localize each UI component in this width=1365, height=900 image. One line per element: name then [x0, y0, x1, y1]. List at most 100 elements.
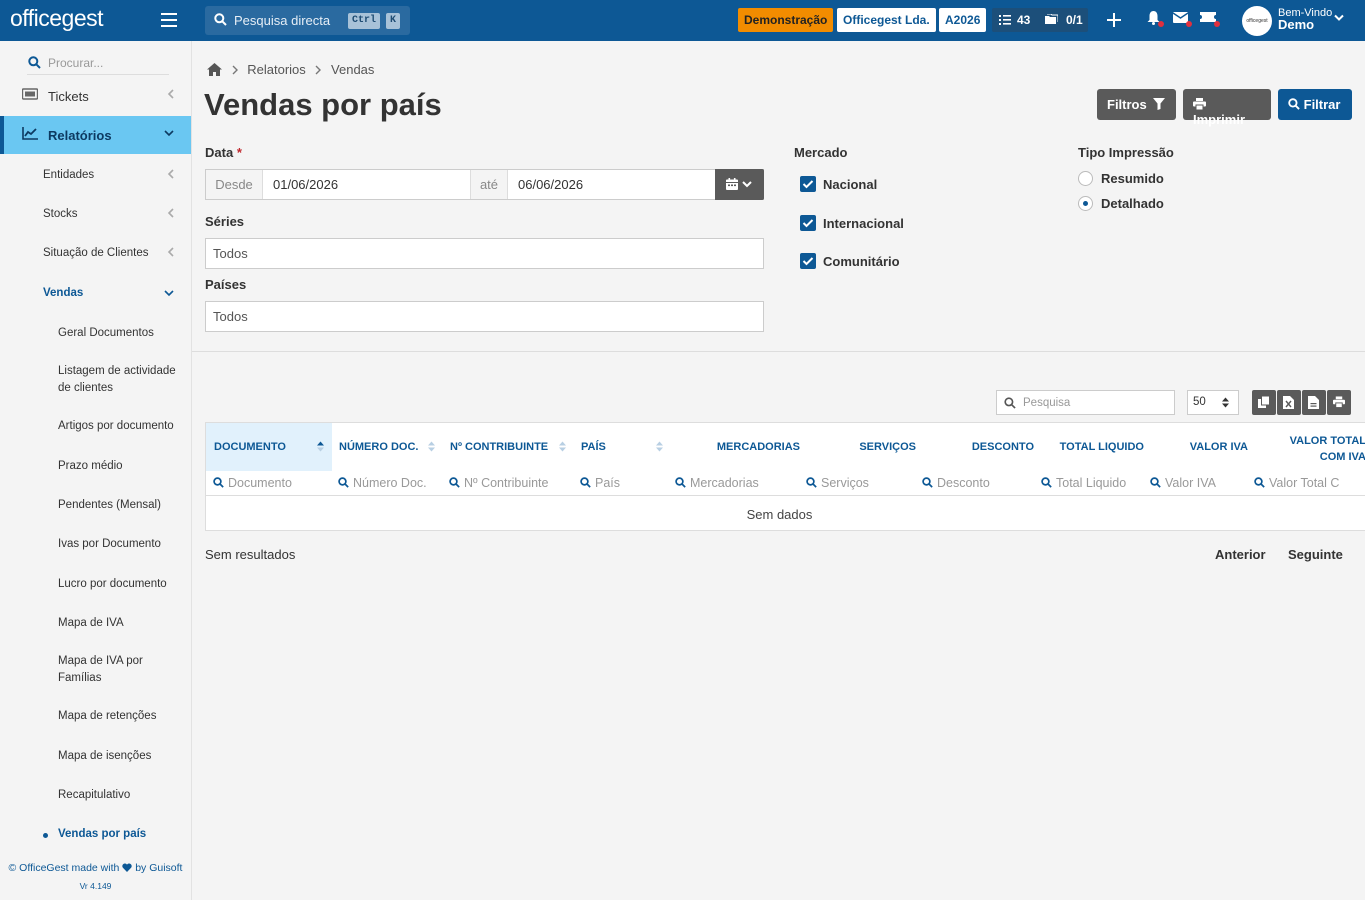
- filter-total-liquido[interactable]: Total Liquido: [1041, 476, 1126, 490]
- column-header-valor-total[interactable]: Valor Total com IVA: [1248, 423, 1365, 471]
- welcome-block[interactable]: Bem-Vindo Demo: [1278, 7, 1332, 31]
- chevron-down-icon[interactable]: [1334, 14, 1344, 22]
- footer-prefix: © OfficeGest made with: [8, 862, 120, 874]
- sidebar-item-situacao-clientes[interactable]: Situação de Clientes: [0, 235, 191, 273]
- sidebar-item-tickets[interactable]: Tickets: [0, 77, 191, 115]
- filter-submit-button[interactable]: Filtrar: [1278, 89, 1352, 120]
- sidebar-subitem[interactable]: Mapa de retenções: [58, 708, 183, 725]
- filter-pais[interactable]: País: [580, 476, 620, 490]
- filter-valor-iva[interactable]: Valor IVA: [1150, 476, 1216, 490]
- printer-icon: [1333, 396, 1345, 408]
- radio-detalhado[interactable]: [1078, 196, 1093, 211]
- search-icon: [1004, 397, 1016, 409]
- column-header-pais[interactable]: País: [574, 423, 669, 471]
- add-icon[interactable]: [1107, 13, 1121, 27]
- filters-button[interactable]: Filtros: [1097, 89, 1176, 120]
- sidebar-subitem[interactable]: Listagem de actividade de clientes: [58, 363, 183, 397]
- filter-valor-total[interactable]: Valor Total C: [1254, 476, 1365, 490]
- filter-desconto[interactable]: Desconto: [922, 476, 990, 490]
- sidebar-subitem[interactable]: Recapitulativo: [58, 787, 183, 804]
- sidebar-search-input[interactable]: Procurar...: [27, 51, 169, 75]
- global-search[interactable]: Pesquisa directa Ctrl K: [205, 6, 410, 35]
- date-to-input[interactable]: 06/06/2026: [518, 177, 583, 192]
- sidebar-subitem[interactable]: Pendentes (Mensal): [58, 497, 183, 514]
- footer-suffix[interactable]: by Guisoft: [135, 862, 182, 874]
- sidebar-subitem[interactable]: Lucro por documento: [58, 576, 183, 593]
- page-size-select[interactable]: 50: [1187, 390, 1239, 415]
- sidebar-subitem-active[interactable]: Vendas por país: [58, 826, 183, 843]
- checkbox-comunitario[interactable]: [800, 253, 816, 269]
- print-table-button[interactable]: [1327, 390, 1351, 415]
- search-icon: [1150, 477, 1161, 488]
- notifications-icon[interactable]: [1147, 11, 1164, 27]
- checkbox-comunitario-label[interactable]: Comunitário: [823, 254, 900, 269]
- radio-detalhado-label[interactable]: Detalhado: [1101, 196, 1164, 211]
- filter-numero-doc[interactable]: Número Doc.: [338, 476, 427, 490]
- radio-resumido[interactable]: [1078, 171, 1093, 186]
- sort-icon: [559, 441, 566, 452]
- date-label: Data *: [205, 145, 242, 160]
- table-divider: [206, 495, 1365, 496]
- column-header-contribuinte[interactable]: Nº Contribuinte: [443, 423, 574, 471]
- sidebar-subitem[interactable]: Mapa de IVA: [58, 615, 183, 632]
- sidebar-subitem[interactable]: Geral Documentos: [58, 325, 183, 342]
- breadcrumb-vendas[interactable]: Vendas: [331, 62, 374, 77]
- pdf-export-button[interactable]: [1302, 390, 1326, 415]
- checkbox-internacional[interactable]: [800, 215, 816, 231]
- tasks-messages-counter[interactable]: 43 0/1: [992, 8, 1088, 32]
- sidebar-subitem[interactable]: Ivas por Documento: [58, 536, 183, 553]
- avatar[interactable]: officegest: [1242, 6, 1272, 36]
- filter-documento[interactable]: Documento: [213, 476, 292, 490]
- mail-icon[interactable]: [1172, 11, 1192, 27]
- chevron-left-icon: [167, 169, 174, 179]
- sidebar-item-entidades[interactable]: Entidades: [0, 157, 191, 195]
- series-select[interactable]: Todos: [205, 238, 764, 269]
- menu-toggle-icon[interactable]: [161, 13, 177, 27]
- sidebar-item-relatorios[interactable]: Relatórios: [0, 116, 191, 154]
- breadcrumb-relatorios[interactable]: Relatorios: [247, 62, 306, 77]
- sidebar-subitem[interactable]: Prazo médio: [58, 458, 183, 475]
- calendar-dropdown-button[interactable]: [715, 169, 764, 200]
- checkbox-nacional[interactable]: [800, 176, 816, 192]
- date-from-input[interactable]: 01/06/2026: [273, 177, 338, 192]
- filter-mercadorias[interactable]: Mercadorias: [675, 476, 759, 490]
- checkbox-internacional-label[interactable]: Internacional: [823, 216, 904, 231]
- radio-resumido-label[interactable]: Resumido: [1101, 171, 1164, 186]
- year-badge[interactable]: A2026: [939, 8, 987, 32]
- column-header-desconto[interactable]: Desconto: [916, 423, 1034, 471]
- column-header-valor-iva[interactable]: Valor IVA: [1144, 423, 1248, 471]
- excel-export-button[interactable]: [1277, 390, 1301, 415]
- sidebar-item-stocks[interactable]: Stocks: [0, 196, 191, 234]
- ticket-icon[interactable]: [1200, 11, 1220, 27]
- copy-button[interactable]: [1252, 390, 1276, 415]
- table-search-input[interactable]: Pesquisa: [996, 390, 1175, 415]
- company-badge[interactable]: Officegest Lda.: [837, 8, 936, 32]
- column-header-servicos[interactable]: Serviços: [800, 423, 916, 471]
- column-header-numero-doc[interactable]: Número Doc.: [332, 423, 443, 471]
- chart-icon: [22, 127, 38, 140]
- filter-contribuinte[interactable]: Nº Contribuinte: [449, 476, 548, 490]
- home-icon[interactable]: [207, 63, 222, 76]
- print-button[interactable]: Imprimir: [1183, 89, 1271, 127]
- sidebar-item-vendas[interactable]: Vendas: [0, 275, 191, 313]
- checkbox-nacional-label[interactable]: Nacional: [823, 177, 877, 192]
- column-header-total-liquido[interactable]: Total Liquido: [1034, 423, 1144, 471]
- sidebar-subitem[interactable]: Mapa de IVA por Famílias: [58, 653, 158, 687]
- column-header-mercadorias[interactable]: Mercadorias: [669, 423, 800, 471]
- app-logo[interactable]: officegest: [10, 5, 104, 32]
- sidebar-subitem[interactable]: Mapa de isenções: [58, 748, 183, 765]
- next-page-button[interactable]: Seguinte: [1288, 547, 1343, 562]
- column-header-label: Desconto: [971, 441, 1034, 453]
- filter-servicos[interactable]: Serviços: [806, 476, 869, 490]
- demo-badge[interactable]: Demonstração: [738, 8, 834, 32]
- previous-page-button[interactable]: Anterior: [1215, 547, 1266, 562]
- sort-icon: [428, 441, 435, 452]
- column-header-documento[interactable]: Documento: [206, 423, 332, 471]
- countries-select[interactable]: Todos: [205, 301, 764, 332]
- filters-button-label: Filtros: [1107, 97, 1147, 112]
- chevron-left-icon: [167, 208, 174, 218]
- sidebar-subitem[interactable]: Artigos por documento: [58, 418, 183, 435]
- market-label: Mercado: [794, 145, 848, 160]
- search-icon: [1254, 477, 1265, 488]
- filter-placeholder: País: [595, 476, 621, 490]
